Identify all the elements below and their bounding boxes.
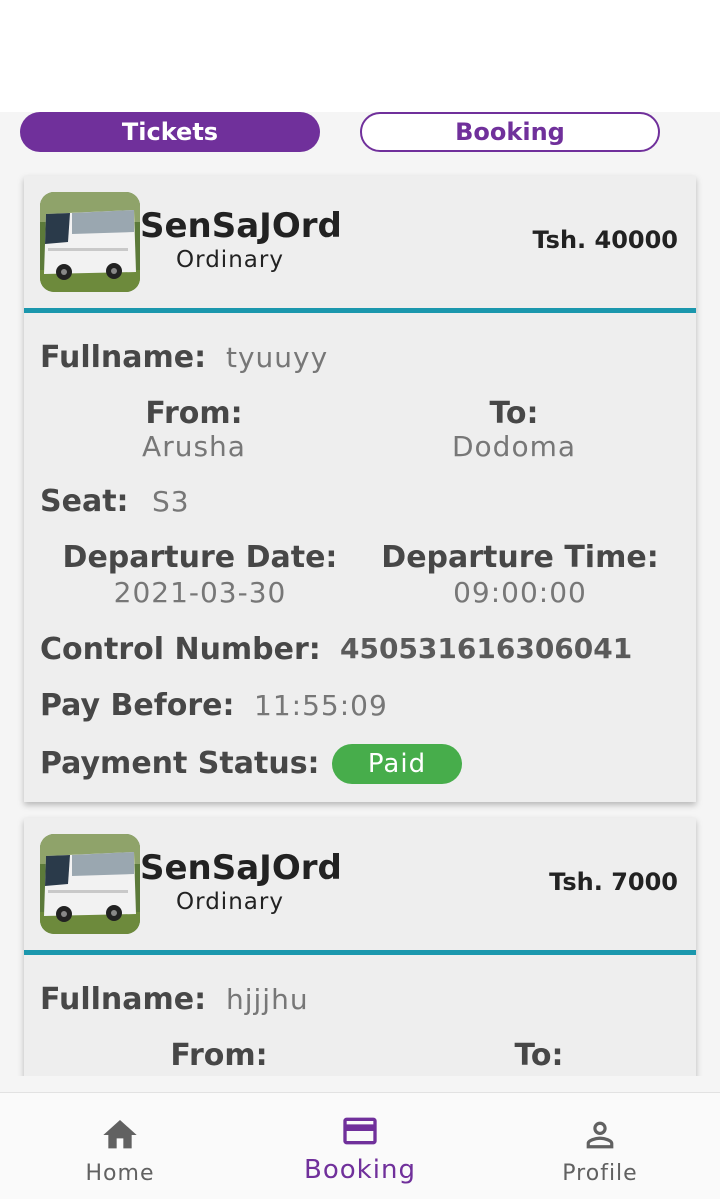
to-label: To: [489,396,539,431]
person-icon [586,1121,614,1149]
payment-status-badge: Paid [332,744,462,784]
pay-before-label: Pay Before: [40,688,235,723]
credit-card-icon [343,1117,377,1145]
bottom-navigation: Home Booking Profile [0,1092,720,1199]
seat-value: S3 [152,485,190,518]
pay-before-value: 11:55:09 [254,689,388,722]
to-label: To: [514,1038,564,1073]
tab-tickets[interactable]: Tickets [20,112,320,152]
departure-time-label: Departure Time: [381,540,659,575]
tab-booking[interactable]: Booking [360,112,660,152]
fullname-label: Fullname: [40,340,207,375]
fullname-value: hjjjhu [226,983,309,1016]
fullname-label: Fullname: [40,982,207,1017]
seat-label: Seat: [40,484,129,519]
ticket-card[interactable]: SenSaJOrd Ordinary Tsh. 7000 Fullname: h… [24,818,696,1076]
ticket-list[interactable]: SenSaJOrd Ordinary Tsh. 40000 Fullname: … [0,152,720,1076]
from-label: From: [145,396,243,431]
app-header [0,0,720,112]
card-divider [24,950,696,955]
to-value: Dodoma [451,430,577,463]
operator-name: SenSaJOrd [140,848,342,888]
card-divider [24,308,696,313]
fullname-value: tyuuyy [226,341,329,374]
bus-image [40,834,140,934]
nav-home-label: Home [85,1161,155,1186]
payment-status-label: Payment Status: [40,746,320,781]
bus-class: Ordinary [176,247,284,273]
bus-class: Ordinary [176,889,284,915]
control-number-label: Control Number: [40,632,321,667]
from-label: From: [170,1038,268,1073]
nav-home[interactable]: Home [0,1093,240,1199]
nav-booking[interactable]: Booking [240,1093,480,1199]
ticket-card[interactable]: SenSaJOrd Ordinary Tsh. 40000 Fullname: … [24,176,696,802]
operator-name: SenSaJOrd [140,206,342,246]
bus-image [40,192,140,292]
departure-time-value: 09:00:00 [453,576,587,609]
from-value: Arusha [142,430,246,463]
departure-date-label: Departure Date: [62,540,338,575]
nav-profile-label: Profile [562,1161,638,1186]
home-icon [103,1120,137,1149]
nav-booking-label: Booking [304,1155,416,1185]
ticket-price: Tsh. 40000 [532,226,678,254]
control-number-value: 450531616306041 [340,632,633,665]
ticket-price: Tsh. 7000 [549,868,678,896]
nav-profile[interactable]: Profile [480,1093,720,1199]
ticket-tabs: Tickets Booking [0,112,720,152]
departure-date-value: 2021-03-30 [113,576,287,609]
